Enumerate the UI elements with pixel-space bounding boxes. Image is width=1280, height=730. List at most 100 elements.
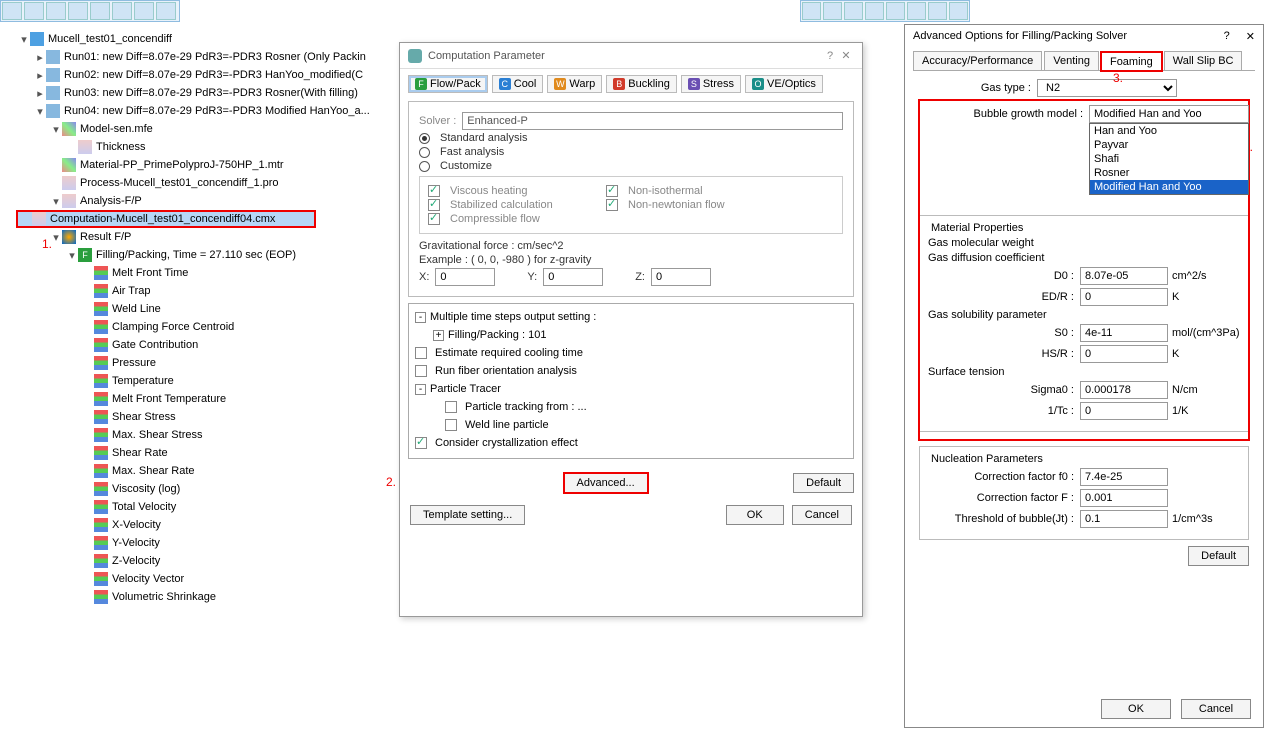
tree-result-item[interactable]: Gate Contribution bbox=[18, 336, 398, 354]
toolbar-btn[interactable] bbox=[844, 2, 863, 20]
tree-result-item[interactable]: Pressure bbox=[18, 354, 398, 372]
chk-crystal[interactable] bbox=[415, 437, 427, 449]
help-button[interactable]: ? bbox=[1224, 30, 1230, 42]
tab-foaming[interactable]: Foaming bbox=[1101, 52, 1162, 71]
chk-fiber[interactable] bbox=[415, 365, 427, 377]
tab-veoptics[interactable]: OVE/Optics bbox=[745, 75, 823, 93]
tree-result-item[interactable]: X-Velocity bbox=[18, 516, 398, 534]
tree-run[interactable]: ▸Run03: new Diff=8.07e-29 PdR3=-PDR3 Ros… bbox=[18, 84, 398, 102]
toolbar-btn[interactable] bbox=[823, 2, 842, 20]
chk-ptrack[interactable] bbox=[445, 401, 457, 413]
tree-run[interactable]: ▸Run02: new Diff=8.07e-29 PdR3=-PDR3 Han… bbox=[18, 66, 398, 84]
tree-result-item[interactable]: Shear Rate bbox=[18, 444, 398, 462]
toolbar-btn[interactable] bbox=[24, 2, 44, 20]
tab-stress[interactable]: SStress bbox=[681, 75, 741, 93]
hsr-input[interactable] bbox=[1080, 345, 1168, 363]
tree-fillingpacking[interactable]: ▾Filling/Packing, Time = 27.110 sec (EOP… bbox=[18, 246, 398, 264]
toolbar-btn[interactable] bbox=[46, 2, 66, 20]
toolbar-btn[interactable] bbox=[2, 2, 22, 20]
toolbar-btn[interactable] bbox=[112, 2, 132, 20]
tree-material[interactable]: Material-PP_PrimePolyproJ-750HP_1.mtr bbox=[18, 156, 398, 174]
z-input[interactable] bbox=[651, 268, 711, 286]
toolbar-btn[interactable] bbox=[886, 2, 905, 20]
tree-computation-selected[interactable]: Computation-Mucell_test01_concendiff04.c… bbox=[16, 210, 316, 228]
tc-input[interactable] bbox=[1080, 402, 1168, 420]
tree-result[interactable]: ▾Result F/P bbox=[18, 228, 398, 246]
tab-flowpack[interactable]: FFlow/Pack bbox=[408, 75, 488, 93]
s0-input[interactable] bbox=[1080, 324, 1168, 342]
edr-input[interactable] bbox=[1080, 288, 1168, 306]
tree-result-item[interactable]: Temperature bbox=[18, 372, 398, 390]
cancel-button[interactable]: Cancel bbox=[792, 505, 852, 525]
jt-input[interactable] bbox=[1080, 510, 1168, 528]
advanced-button[interactable]: Advanced... bbox=[564, 473, 648, 493]
tree-result-item[interactable]: Viscosity (log) bbox=[18, 480, 398, 498]
sigma-input[interactable] bbox=[1080, 381, 1168, 399]
toolbar-btn[interactable] bbox=[134, 2, 154, 20]
dropdown-option[interactable]: Shafi bbox=[1090, 152, 1248, 166]
tree-result-item[interactable]: Air Trap bbox=[18, 282, 398, 300]
tree-result-item[interactable]: Y-Velocity bbox=[18, 534, 398, 552]
tab-accuracy[interactable]: Accuracy/Performance bbox=[913, 51, 1042, 70]
tree-model[interactable]: ▾Model-sen.mfe bbox=[18, 120, 398, 138]
radio-standard[interactable] bbox=[419, 133, 430, 144]
dropdown-option[interactable]: Han and Yoo bbox=[1090, 124, 1248, 138]
solver-select[interactable] bbox=[462, 112, 843, 130]
tree-result-item[interactable]: Max. Shear Stress bbox=[18, 426, 398, 444]
bubble-model-dropdown[interactable]: Han and YooPayvarShafiRosnerModified Han… bbox=[1089, 123, 1249, 195]
f0-input[interactable] bbox=[1080, 468, 1168, 486]
tree-result-item[interactable]: Melt Front Time bbox=[18, 264, 398, 282]
toolbar-btn[interactable] bbox=[90, 2, 110, 20]
expand-icon[interactable]: + bbox=[433, 330, 444, 341]
tree-result-item[interactable]: Melt Front Temperature bbox=[18, 390, 398, 408]
x-input[interactable] bbox=[435, 268, 495, 286]
toolbar-btn[interactable] bbox=[907, 2, 926, 20]
toolbar-btn[interactable] bbox=[68, 2, 88, 20]
tree-result-item[interactable]: Z-Velocity bbox=[18, 552, 398, 570]
tree-thickness[interactable]: Thickness bbox=[18, 138, 398, 156]
toolbar-btn[interactable] bbox=[802, 2, 821, 20]
d0-input[interactable] bbox=[1080, 267, 1168, 285]
tree-result-item[interactable]: Max. Shear Rate bbox=[18, 462, 398, 480]
toolbar-btn[interactable] bbox=[865, 2, 884, 20]
tree-result-item[interactable]: Shear Stress bbox=[18, 408, 398, 426]
tab-cool[interactable]: CCool bbox=[492, 75, 544, 93]
y-input[interactable] bbox=[543, 268, 603, 286]
help-button[interactable]: ? bbox=[822, 50, 838, 62]
toolbar-btn[interactable] bbox=[949, 2, 968, 20]
toolbar-btn[interactable] bbox=[156, 2, 176, 20]
radio-fast[interactable] bbox=[419, 147, 430, 158]
collapse-icon[interactable]: - bbox=[415, 312, 426, 323]
dropdown-option[interactable]: Rosner bbox=[1090, 166, 1248, 180]
tab-venting[interactable]: Venting bbox=[1044, 51, 1099, 70]
dialog-titlebar[interactable]: Computation Parameter ? ✕ bbox=[400, 43, 862, 69]
ok-button[interactable]: OK bbox=[1101, 699, 1171, 719]
dropdown-option[interactable]: Payvar bbox=[1090, 138, 1248, 152]
default-button[interactable]: Default bbox=[793, 473, 854, 493]
tree-result-item[interactable]: Clamping Force Centroid bbox=[18, 318, 398, 336]
tree-analysis[interactable]: ▾Analysis-F/P bbox=[18, 192, 398, 210]
dialog-titlebar[interactable]: Advanced Options for Filling/Packing Sol… bbox=[905, 25, 1263, 47]
tree-result-item[interactable]: Weld Line bbox=[18, 300, 398, 318]
default-button[interactable]: Default bbox=[1188, 546, 1249, 566]
dropdown-option[interactable]: Modified Han and Yoo bbox=[1090, 180, 1248, 194]
tree-run[interactable]: ▸Run01: new Diff=8.07e-29 PdR3=-PDR3 Ros… bbox=[18, 48, 398, 66]
tree-process[interactable]: Process-Mucell_test01_concendiff_1.pro bbox=[18, 174, 398, 192]
tab-warp[interactable]: WWarp bbox=[547, 75, 602, 93]
options-listbox[interactable]: -Multiple time steps output setting : +F… bbox=[408, 303, 854, 459]
radio-customize[interactable] bbox=[419, 161, 430, 172]
F-input[interactable] bbox=[1080, 489, 1168, 507]
close-icon[interactable]: ✕ bbox=[1246, 30, 1255, 43]
collapse-icon[interactable]: - bbox=[415, 384, 426, 395]
chk-cooling-time[interactable] bbox=[415, 347, 427, 359]
tree-result-item[interactable]: Volumetric Shrinkage bbox=[18, 588, 398, 606]
tab-buckling[interactable]: BBuckling bbox=[606, 75, 677, 93]
cancel-button[interactable]: Cancel bbox=[1181, 699, 1251, 719]
chk-weldpart[interactable] bbox=[445, 419, 457, 431]
toolbar-btn[interactable] bbox=[928, 2, 947, 20]
tree-result-item[interactable]: Total Velocity bbox=[18, 498, 398, 516]
ok-button[interactable]: OK bbox=[726, 505, 784, 525]
bubble-model-select[interactable] bbox=[1089, 105, 1249, 123]
gas-type-select[interactable]: N2 bbox=[1037, 79, 1177, 97]
close-icon[interactable]: ✕ bbox=[838, 49, 854, 62]
